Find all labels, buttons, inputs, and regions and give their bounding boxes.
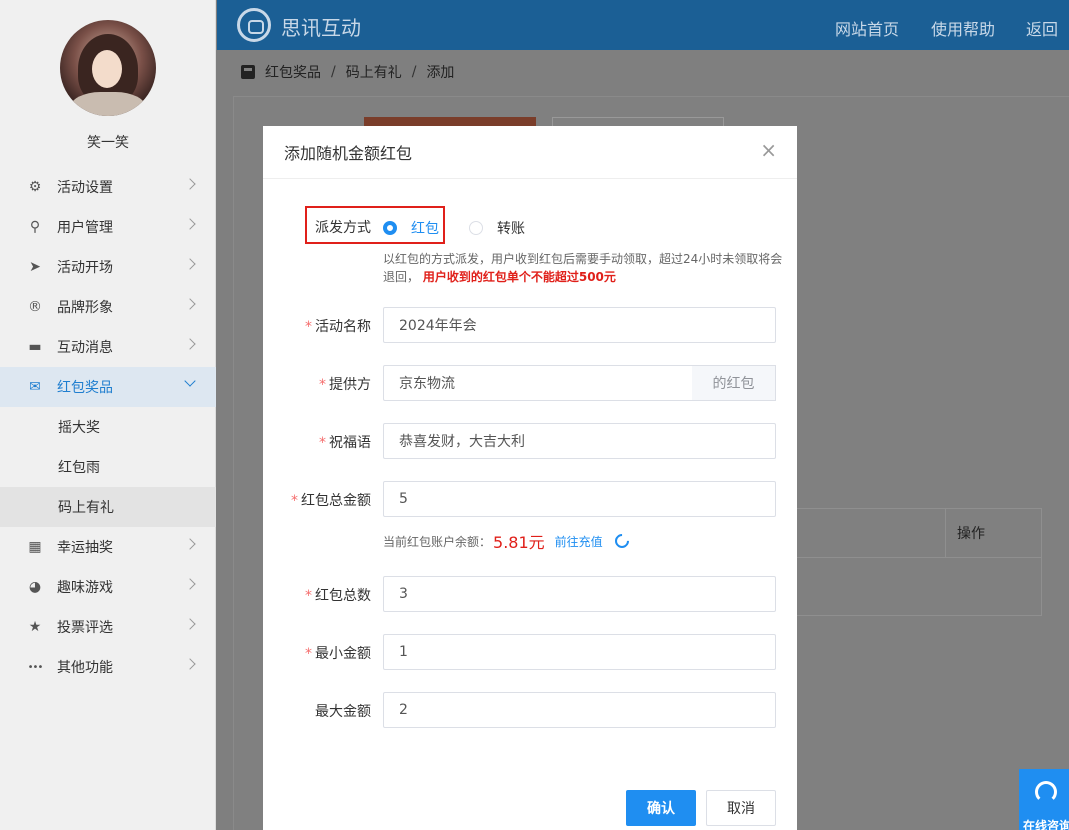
registered-icon: ® bbox=[28, 299, 42, 315]
sidebar-item-label: 活动设置 bbox=[57, 180, 113, 196]
radio-red-envelope[interactable]: 红包 bbox=[383, 218, 439, 238]
nav-help-link[interactable]: 使用帮助 bbox=[931, 16, 995, 40]
chevron-right-icon bbox=[184, 178, 196, 190]
sidebar-subitem-red-envelope-rain[interactable]: 红包雨 bbox=[0, 447, 216, 487]
radio-checked-icon bbox=[383, 221, 397, 235]
greeting-input[interactable]: 恭喜发财，大吉大利 bbox=[383, 423, 776, 459]
gears-icon: ⚙ bbox=[28, 179, 42, 195]
activity-name-input[interactable]: 2024年年会 bbox=[383, 307, 776, 343]
nav-back-link[interactable]: 返回 bbox=[1026, 16, 1058, 40]
online-consult-label: 在线咨询 bbox=[1023, 819, 1069, 830]
activity-name-label: * 活动名称 bbox=[305, 319, 371, 335]
sidebar-menu: ⚙ 活动设置 ⚲ 用户管理 ➤ 活动开场 ® 品牌形象 ▬ 互动消息 ✉ 红包奖… bbox=[0, 167, 216, 687]
chevron-right-icon bbox=[184, 298, 196, 310]
sidebar-item-voting[interactable]: ★ 投票评选 bbox=[0, 607, 216, 647]
breadcrumb-item[interactable]: 码上有礼 bbox=[346, 62, 402, 82]
headset-icon bbox=[1035, 781, 1057, 803]
max-amount-label: 最大金额 bbox=[315, 704, 371, 720]
avatar[interactable] bbox=[60, 20, 156, 116]
provider-label: * 提供方 bbox=[319, 377, 371, 393]
sidebar-item-label: 活动开场 bbox=[57, 260, 113, 276]
sidebar-item-label: 其他功能 bbox=[57, 660, 113, 676]
hint-warning: 用户收到的红包单个不能超过500元 bbox=[422, 270, 616, 284]
balance-label: 当前红包账户余额： bbox=[383, 534, 492, 549]
message-icon: ▬ bbox=[28, 339, 42, 355]
sidebar-item-label: 投票评选 bbox=[57, 620, 113, 636]
sidebar-item-interactive-messages[interactable]: ▬ 互动消息 bbox=[0, 327, 216, 367]
pacman-icon: ◕ bbox=[28, 579, 42, 595]
table-header-operation: 操作 bbox=[957, 526, 985, 542]
breadcrumb-item[interactable]: 红包奖品 bbox=[265, 62, 321, 82]
sidebar-item-brand-image[interactable]: ® 品牌形象 bbox=[0, 287, 216, 327]
user-icon: ⚲ bbox=[29, 219, 41, 235]
lottery-icon: ▦ bbox=[28, 539, 42, 555]
radio-unchecked-icon bbox=[469, 221, 483, 235]
total-count-label: * 红包总数 bbox=[305, 588, 371, 604]
breadcrumb-item: 添加 bbox=[426, 65, 455, 81]
sidebar-item-activity-settings[interactable]: ⚙ 活动设置 bbox=[0, 167, 216, 207]
recharge-link[interactable]: 前往充值 bbox=[555, 533, 603, 550]
balance-amount: 5.81元 bbox=[493, 533, 545, 552]
radio-label: 红包 bbox=[411, 221, 439, 237]
refresh-icon[interactable] bbox=[611, 531, 632, 551]
min-amount-label: * 最小金额 bbox=[305, 646, 371, 662]
sidebar-item-label: 用户管理 bbox=[57, 220, 113, 236]
chevron-right-icon bbox=[184, 578, 196, 590]
star-icon: ★ bbox=[28, 619, 42, 635]
dispatch-method-label: 派发方式 bbox=[315, 220, 371, 236]
chevron-right-icon bbox=[184, 258, 196, 270]
red-envelope-icon: ✉ bbox=[29, 379, 41, 395]
sidebar-item-other-features[interactable]: ••• 其他功能 bbox=[0, 647, 216, 687]
provider-input[interactable]: 京东物流 bbox=[383, 365, 693, 401]
top-bar: 思讯互动 网站首页 使用帮助 返回 bbox=[217, 0, 1069, 50]
sidebar-item-label: 互动消息 bbox=[57, 340, 113, 356]
sidebar-subitem-shake[interactable]: 摇大奖 bbox=[0, 407, 216, 447]
breadcrumb-separator: / bbox=[411, 64, 417, 80]
sidebar-item-label: 品牌形象 bbox=[57, 300, 113, 316]
sidebar-item-activity-opening[interactable]: ➤ 活动开场 bbox=[0, 247, 216, 287]
sidebar-item-label: 趣味游戏 bbox=[57, 580, 113, 596]
sidebar-item-user-management[interactable]: ⚲ 用户管理 bbox=[0, 207, 216, 247]
nav-home-link[interactable]: 网站首页 bbox=[835, 16, 899, 40]
chevron-down-icon bbox=[184, 375, 196, 387]
sidebar-item-label: 幸运抽奖 bbox=[57, 540, 113, 556]
provider-suffix: 的红包 bbox=[692, 365, 776, 401]
confirm-button[interactable]: 确认 bbox=[626, 790, 696, 826]
online-consult-button[interactable]: 在线咨询 bbox=[1019, 769, 1069, 830]
more-icon: ••• bbox=[27, 661, 44, 673]
paper-plane-icon: ➤ bbox=[29, 259, 41, 275]
total-amount-label: * 红包总金额 bbox=[291, 493, 371, 509]
sidebar-item-label: 红包奖品 bbox=[57, 380, 113, 396]
cancel-button[interactable]: 取消 bbox=[706, 790, 776, 826]
sidebar-item-red-envelope-prizes[interactable]: ✉ 红包奖品 bbox=[0, 367, 216, 407]
chevron-right-icon bbox=[184, 658, 196, 670]
logo-icon[interactable] bbox=[237, 8, 271, 42]
chevron-right-icon bbox=[184, 338, 196, 350]
chevron-right-icon bbox=[184, 538, 196, 550]
total-amount-input[interactable]: 5 bbox=[383, 481, 776, 517]
total-count-input[interactable]: 3 bbox=[383, 576, 776, 612]
sidebar-subitem-scan-gift[interactable]: 码上有礼 bbox=[0, 487, 216, 527]
sidebar: 笑一笑 ⚙ 活动设置 ⚲ 用户管理 ➤ 活动开场 ® 品牌形象 ▬ 互动消息 ✉ bbox=[0, 0, 216, 830]
add-red-envelope-dialog: 添加随机金额红包 × 派发方式 红包 转账 以红包的方式派发，用户收到红包后需要… bbox=[263, 126, 797, 830]
min-amount-input[interactable]: 1 bbox=[383, 634, 776, 670]
breadcrumb-separator: / bbox=[331, 64, 336, 80]
max-amount-input[interactable]: 2 bbox=[383, 692, 776, 728]
close-icon[interactable]: × bbox=[760, 140, 777, 160]
breadcrumb-icon bbox=[241, 65, 255, 79]
radio-transfer[interactable]: 转账 bbox=[469, 218, 525, 238]
chevron-right-icon bbox=[184, 618, 196, 630]
sidebar-item-fun-games[interactable]: ◕ 趣味游戏 bbox=[0, 567, 216, 607]
username: 笑一笑 bbox=[87, 135, 129, 151]
greeting-label: * 祝福语 bbox=[319, 435, 371, 451]
chevron-right-icon bbox=[184, 218, 196, 230]
sidebar-item-lucky-draw[interactable]: ▦ 幸运抽奖 bbox=[0, 527, 216, 567]
background-table: 操作 bbox=[796, 508, 1042, 616]
radio-label: 转账 bbox=[497, 221, 525, 237]
breadcrumb: 红包奖品 / 码上有礼 / 添加 bbox=[217, 50, 1069, 94]
dispatch-hint: 以红包的方式派发，用户收到红包后需要手动领取，超过24小时未领取将会退回， 用户… bbox=[383, 250, 783, 286]
account-balance: 当前红包账户余额： 5.81元 前往充值 bbox=[383, 529, 632, 553]
dialog-title: 添加随机金额红包 bbox=[263, 126, 797, 179]
brand-name[interactable]: 思讯互动 bbox=[281, 12, 361, 41]
